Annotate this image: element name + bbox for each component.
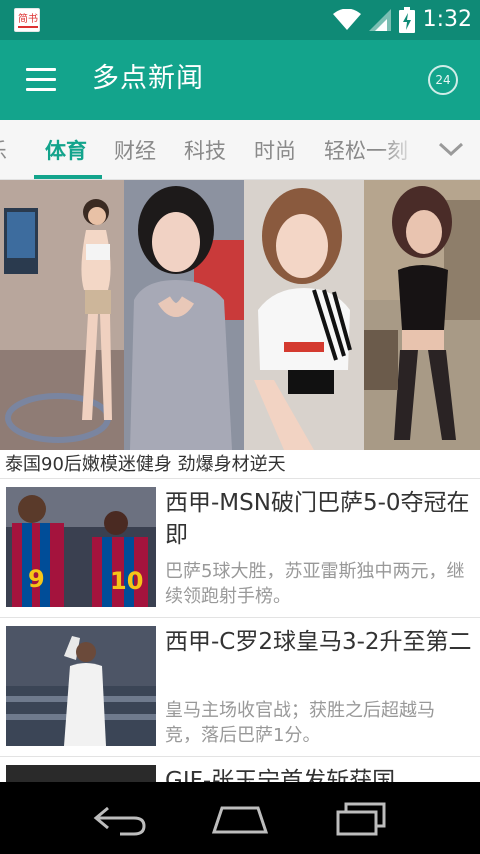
- navigation-bar: [0, 782, 480, 854]
- app-title: 多点新闻: [92, 63, 204, 94]
- home-icon: [211, 806, 269, 834]
- active-tab-indicator: [34, 175, 102, 179]
- news-thumbnail: [6, 765, 156, 782]
- gallery-photo: [244, 180, 364, 450]
- news-summary: 巴萨5球大胜，苏亚雷斯独中两元，继续领跑射手榜。: [165, 561, 465, 607]
- tab-tech[interactable]: 科技: [184, 137, 226, 165]
- history-24h-icon[interactable]: 24: [428, 65, 458, 95]
- news-summary: 皇马主场收官战；获胜之后超越马竞，落后巴萨1分。: [165, 700, 435, 746]
- news-title: 西甲-MSN破门巴萨5-0夺冠在即: [165, 490, 470, 548]
- tab-fashion[interactable]: 时尚: [254, 137, 296, 165]
- status-time: 1:32: [422, 7, 472, 32]
- hamburger-menu-icon[interactable]: [26, 68, 56, 92]
- photo-gallery[interactable]: 泰国90后嫩模迷健身 劲爆身材逆天: [0, 180, 480, 478]
- gallery-photo: [364, 180, 480, 450]
- status-bar: 简书 1:32: [0, 0, 480, 40]
- jersey-number: 9: [28, 565, 45, 593]
- category-tabs: 乐 体育 财经 科技 时尚 轻松一刻: [0, 120, 480, 180]
- battery-charging-icon: [398, 7, 415, 33]
- news-item[interactable]: 9 10 西甲-MSN破门巴萨5-0夺冠在即 巴萨5球大胜，苏亚雷斯独中两元，继…: [0, 478, 480, 617]
- tab-finance[interactable]: 财经: [114, 137, 156, 165]
- news-item[interactable]: 西甲-C罗2球皇马3-2升至第二 皇马主场收官战；获胜之后超越马竞，落后巴萨1分…: [0, 617, 480, 756]
- recents-icon: [336, 802, 386, 836]
- news-title: 西甲-C罗2球皇马3-2升至第二: [165, 629, 472, 655]
- back-button[interactable]: [90, 798, 150, 838]
- news-title: GIF-张玉宁首发斩获国: [165, 768, 396, 782]
- recents-button[interactable]: [330, 798, 390, 838]
- back-icon: [93, 806, 146, 836]
- gallery-caption: 泰国90后嫩模迷健身 劲爆身材逆天: [5, 454, 286, 475]
- status-icons: 1:32: [332, 6, 472, 34]
- app-bar: 多点新闻 24: [0, 40, 480, 120]
- news-item[interactable]: GIF-张玉宁首发斩获国: [0, 756, 480, 782]
- tab-sports[interactable]: 体育: [45, 137, 87, 165]
- news-thumbnail: 9 10: [6, 487, 156, 607]
- notification-app-label: 简书: [18, 14, 38, 25]
- jersey-number: 10: [110, 567, 143, 595]
- jianshu-notification-icon: 简书: [14, 8, 40, 32]
- tab-entertainment[interactable]: 乐: [0, 137, 7, 165]
- expand-tabs-button[interactable]: [420, 120, 480, 179]
- news-thumbnail: [6, 626, 156, 746]
- signal-icon: [368, 9, 391, 31]
- gallery-photo: [124, 180, 244, 450]
- gallery-photo: [0, 180, 124, 450]
- wifi-icon: [332, 9, 361, 30]
- chevron-down-icon: [438, 142, 464, 157]
- home-button[interactable]: [210, 798, 270, 838]
